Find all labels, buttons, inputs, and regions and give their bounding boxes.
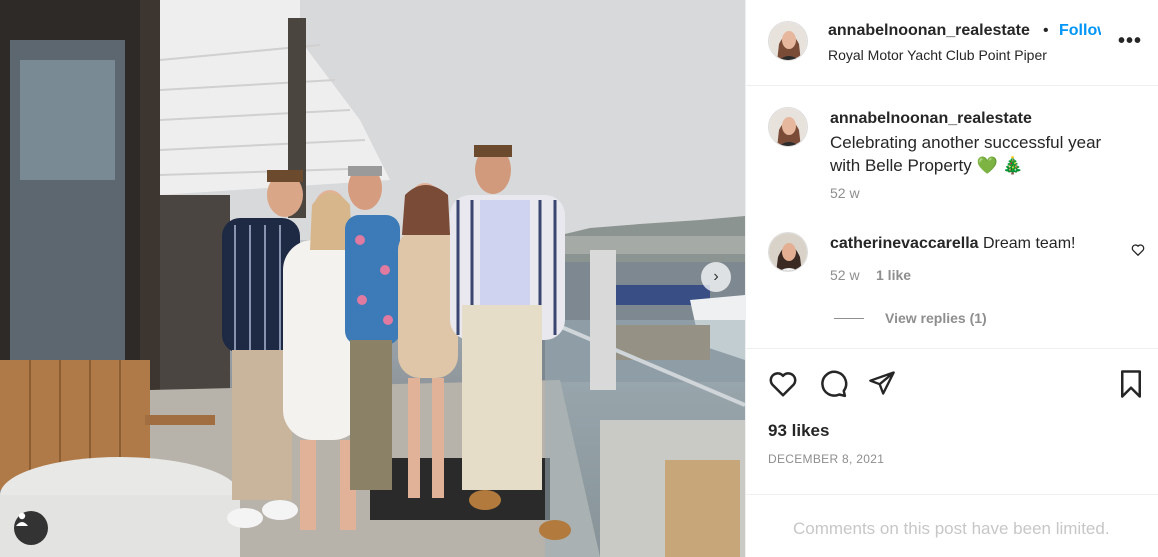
post-header: annabelnoonan_realestate • Follow Royal …: [746, 0, 1158, 86]
post-location[interactable]: Royal Motor Yacht Club Point Piper: [828, 47, 1047, 63]
comment-heart-icon[interactable]: [1131, 243, 1145, 257]
share-icon[interactable]: [868, 369, 896, 397]
author-username[interactable]: annabelnoonan_realestate: [828, 22, 1030, 40]
comment-timestamp[interactable]: 52 w: [830, 267, 860, 283]
tagged-users-button[interactable]: [14, 511, 48, 545]
comment-like-count[interactable]: 1 like: [876, 267, 911, 283]
caption-body: Celebrating another successful year with…: [830, 133, 1102, 175]
caption-username[interactable]: annabelnoonan_realestate: [830, 110, 1032, 128]
comments-limited-notice: Comments on this post have been limited.: [793, 519, 1110, 538]
caption-text: Celebrating another successful year with…: [830, 131, 1130, 177]
post-photo[interactable]: ›: [0, 0, 745, 557]
heart-icon[interactable]: [768, 369, 798, 399]
user-tag-icon: [16, 512, 28, 526]
photo-illustration: [0, 0, 745, 557]
view-replies-button[interactable]: View replies (1): [885, 310, 987, 326]
separator-dot: •: [1043, 22, 1049, 39]
author-avatar[interactable]: [768, 21, 808, 61]
caption-emoji: 💚 🎄: [976, 156, 1024, 175]
comment-text: Dream team!: [983, 235, 1076, 252]
bookmark-icon[interactable]: [1118, 369, 1144, 399]
comments-limited-bar: Comments on this post have been limited.: [746, 494, 1158, 557]
post-date[interactable]: DECEMBER 8, 2021: [768, 452, 884, 466]
caption-timestamp[interactable]: 52 w: [830, 185, 860, 201]
commenter-avatar[interactable]: [768, 232, 808, 272]
follow-button[interactable]: Follow: [1059, 22, 1101, 40]
post-sidebar: annabelnoonan_realestate • Follow Royal …: [745, 0, 1158, 557]
comment-username[interactable]: catherinevaccarella: [830, 235, 979, 252]
chevron-right-icon: ›: [713, 268, 719, 285]
like-count[interactable]: 93 likes: [768, 421, 829, 441]
post-actions: 93 likes DECEMBER 8, 2021: [746, 348, 1158, 498]
replies-divider: [834, 318, 864, 319]
comment-icon[interactable]: [818, 369, 848, 399]
more-options-icon[interactable]: •••: [1118, 30, 1142, 53]
next-photo-button[interactable]: ›: [701, 262, 731, 292]
caption-avatar[interactable]: [768, 107, 808, 147]
comment-line: catherinevaccarella Dream team!: [830, 235, 1075, 253]
